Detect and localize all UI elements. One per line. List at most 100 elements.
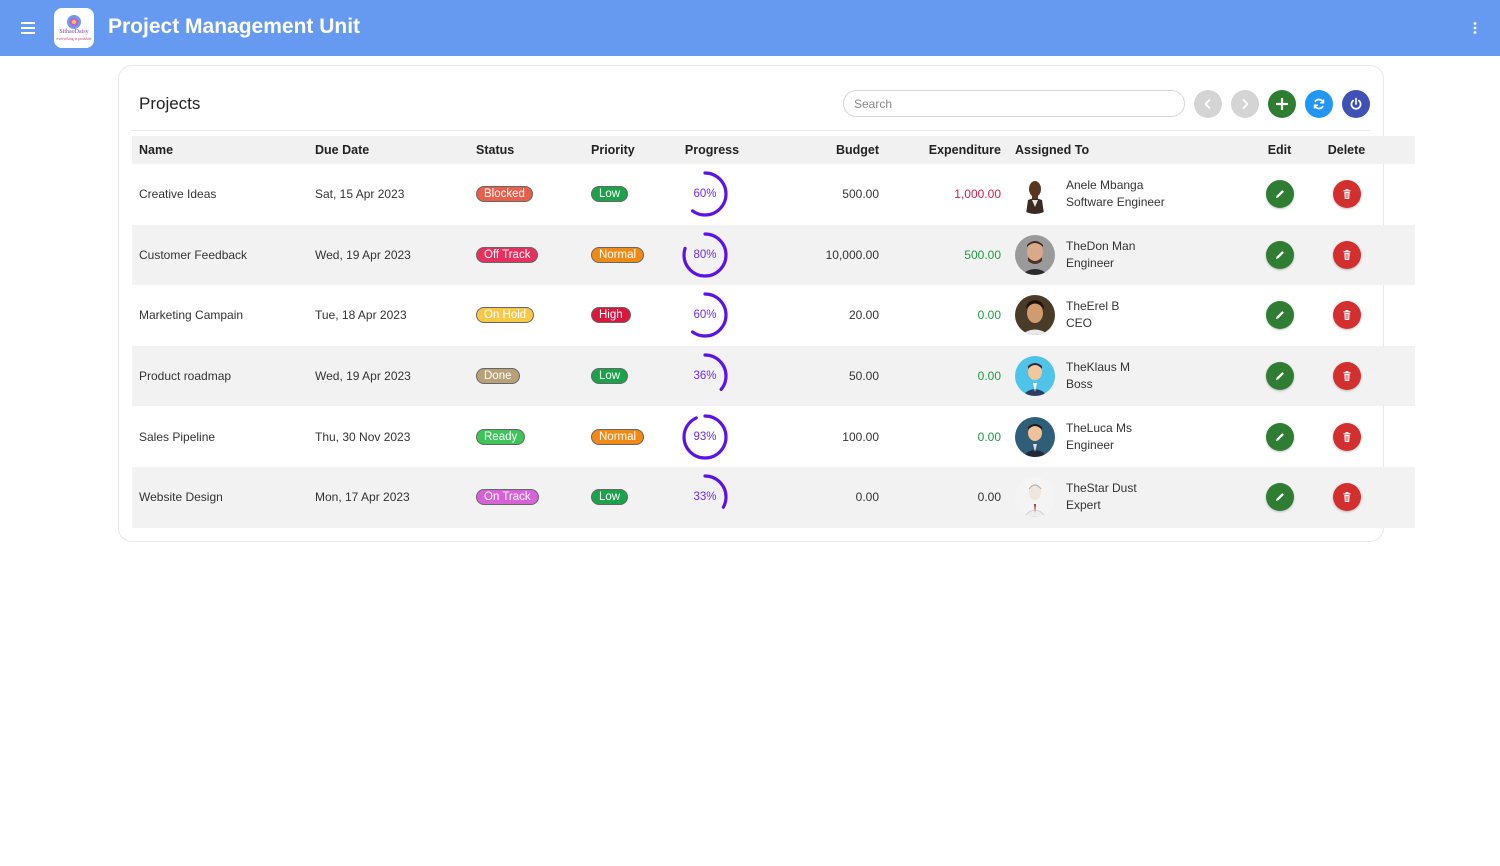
prev-page-button[interactable] [1194,90,1222,118]
avatar [1015,234,1055,275]
power-icon [1350,97,1362,110]
expenditure: 1,000.00 [954,187,1001,202]
divider [131,130,1371,131]
status-badge: Done [476,368,520,385]
progress-label: 93% [693,430,717,443]
project-name: Creative Ideas [139,187,217,202]
delete-button[interactable] [1332,180,1361,209]
edit-cell [1248,164,1311,225]
edit-button[interactable] [1265,180,1294,209]
status-badge: Off Track [476,246,539,263]
delete-cell [1311,285,1382,346]
next-page-button[interactable] [1231,90,1259,118]
priority-cell: High [584,285,674,346]
delete-cell [1311,467,1382,528]
budget: 100.00 [842,429,879,444]
power-button[interactable] [1342,90,1370,118]
assignee-role: Engineer [1066,437,1115,452]
column-header-assigned-to[interactable]: Assigned To [1008,136,1248,164]
assignee-cell: TheKlaus M Boss [1008,346,1248,407]
delete-cell [1311,406,1382,467]
priority-cell: Low [584,164,674,225]
status-cell: Ready [469,406,584,467]
table-row[interactable]: Sales Pipeline Thu, 30 Nov 2023 Ready No… [132,406,1415,467]
assignee-role: Engineer [1066,255,1115,270]
avatar [1015,295,1055,336]
edit-button[interactable] [1265,301,1294,330]
assignee-name: TheErel B [1066,299,1120,314]
progress-ring: 60% [681,170,729,218]
delete-button[interactable] [1332,240,1361,269]
progress-ring: 80% [681,231,729,279]
priority-badge: High [591,307,631,324]
status-cell: On Track [469,467,584,528]
budget: 10,000.00 [825,247,879,262]
expenditure: 0.00 [977,490,1001,505]
due-date: Tue, 18 Apr 2023 [315,308,407,323]
row-spacer [1382,346,1415,407]
delete-button[interactable] [1332,362,1361,391]
projects-table: Name Due Date Status Priority Progress B… [132,136,1415,528]
trash-icon [1343,371,1350,382]
add-project-button[interactable] [1268,90,1296,118]
table-row[interactable]: Customer Feedback Wed, 19 Apr 2023 Off T… [132,224,1415,286]
due-date: Thu, 30 Nov 2023 [315,429,411,444]
column-header-priority[interactable]: Priority [584,136,674,164]
trash-icon [1343,310,1350,321]
row-spacer [1382,164,1415,225]
column-header-progress[interactable]: Progress [674,136,750,164]
edit-cell [1248,346,1311,407]
delete-button[interactable] [1332,483,1361,512]
edit-button[interactable] [1265,422,1294,451]
progress-cell: 60% [674,164,750,225]
pencil-icon [1275,432,1284,441]
column-header-budget[interactable]: Budget [750,136,886,164]
edit-button[interactable] [1265,483,1294,512]
avatar [1015,174,1055,215]
flower-icon [67,15,81,29]
row-spacer [1382,225,1415,286]
trash-icon [1343,249,1350,260]
column-header-delete: Delete [1327,143,1366,157]
budget: 500.00 [842,187,879,202]
table-header-row: Name Due Date Status Priority Progress B… [132,136,1415,164]
priority-cell: Normal [584,225,674,286]
column-header-due-date[interactable]: Due Date [308,136,469,164]
delete-button[interactable] [1332,301,1361,330]
row-spacer [1382,285,1415,346]
table-row[interactable]: Creative Ideas Sat, 15 Apr 2023 Blocked … [132,164,1415,225]
column-header-expenditure[interactable]: Expenditure [886,136,1008,164]
table-row[interactable]: Marketing Campain Tue, 18 Apr 2023 On Ho… [132,285,1415,346]
progress-ring: 93% [681,413,729,461]
edit-cell [1248,467,1311,528]
more-options-icon[interactable] [1468,18,1482,38]
priority-cell: Normal [584,406,674,467]
priority-badge: Normal [591,246,645,263]
assignee-cell: TheLuca Ms Engineer [1008,406,1248,467]
status-cell: Done [469,346,584,407]
edit-button[interactable] [1265,362,1294,391]
delete-cell [1311,164,1382,225]
avatar [1015,356,1055,397]
trash-icon [1343,492,1350,503]
column-header-edit: Edit [1267,143,1292,157]
table-row[interactable]: Website Design Mon, 17 Apr 2023 On Track… [132,466,1415,528]
search-input[interactable] [843,90,1185,117]
progress-label: 80% [693,248,717,261]
assignee-name: Anele Mbanga [1066,178,1144,193]
column-header-status[interactable]: Status [469,136,584,164]
app-title: Project Management Unit [108,15,361,38]
column-header-name[interactable]: Name [132,136,308,164]
status-cell: Blocked [469,164,584,225]
delete-button[interactable] [1332,422,1361,451]
edit-cell [1248,225,1311,286]
edit-button[interactable] [1265,240,1294,269]
progress-ring: 60% [681,291,729,339]
expenditure: 500.00 [964,247,1001,262]
refresh-button[interactable] [1305,90,1333,118]
progress-ring: 36% [681,352,729,400]
table-row[interactable]: Product roadmap Wed, 19 Apr 2023 Done Lo… [132,345,1415,407]
hamburger-menu-icon[interactable] [18,18,38,38]
avatar [1015,477,1055,518]
progress-cell: 33% [674,467,750,528]
